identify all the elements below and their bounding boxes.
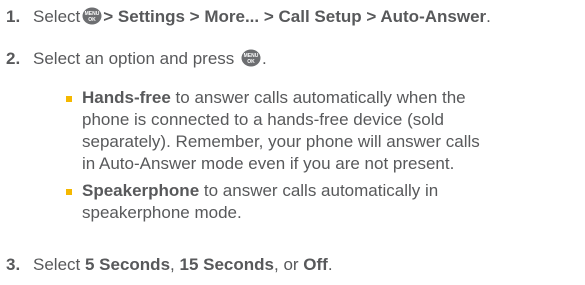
menu-ok-key-icon: MENUOK xyxy=(82,7,102,25)
step-suffix: . xyxy=(486,7,491,26)
separator: , or xyxy=(274,255,299,274)
bullet-item-hands-free: Hands-free to answer calls automatically… xyxy=(82,87,581,175)
bullet-line: Speakerphone to answer calls automatical… xyxy=(82,180,581,202)
svg-text:OK: OK xyxy=(89,17,97,23)
step-1: 1. Select MENU OK > Settings > More... > Ca… xyxy=(0,6,585,30)
bullet-text: to answer calls automatically when the xyxy=(175,88,466,107)
step-prefix: Select xyxy=(33,255,81,274)
bullet-line: in Auto-Answer mode even if you are not … xyxy=(82,154,455,174)
step-text: Select MENU OK > Settings > More... > Call … xyxy=(33,6,581,28)
step-3: 3. Select 5 Seconds, 15 Seconds, or Off. xyxy=(0,254,585,278)
step-text: Select 5 Seconds, 15 Seconds, or Off. xyxy=(33,254,581,276)
bullet-text: to answer calls automatically in xyxy=(203,181,439,200)
option-15-seconds: 15 Seconds xyxy=(179,255,275,274)
step-prefix: Select xyxy=(33,7,81,26)
svg-text:OK: OK xyxy=(247,59,255,65)
step-suffix: . xyxy=(327,255,333,274)
menu-ok-key-icon: MENUOK xyxy=(241,49,261,67)
menu-path: > Settings > More... > Call Setup > Auto… xyxy=(103,7,487,26)
step-text: Select an option and press MENU OK. xyxy=(33,48,581,70)
option-speakerphone: Speakerphone xyxy=(82,181,200,200)
separator: , xyxy=(170,255,175,274)
step-number: 2. xyxy=(6,49,21,68)
bullet-line: speakerphone mode. xyxy=(82,203,242,223)
option-5-seconds: 5 Seconds xyxy=(84,255,171,274)
bullet-marker xyxy=(66,189,72,195)
step-prefix: Select an option and press xyxy=(33,49,235,68)
step-number: 1. xyxy=(6,7,21,26)
bullet-marker xyxy=(66,96,72,102)
step-2: 2. Select an option and press MENU OK. xyxy=(0,48,585,72)
bullet-line: separately). Remember, your phone will a… xyxy=(82,132,480,152)
bullet-line: phone is connected to a hands-free devic… xyxy=(82,110,444,130)
bullet-line: Hands-free to answer calls automatically… xyxy=(82,87,581,109)
bullet-item-speakerphone: Speakerphone to answer calls automatical… xyxy=(82,180,581,224)
option-hands-free: Hands-free xyxy=(82,88,171,107)
step-suffix: . xyxy=(262,49,267,68)
option-off: Off xyxy=(303,255,328,274)
step-number: 3. xyxy=(6,255,21,274)
